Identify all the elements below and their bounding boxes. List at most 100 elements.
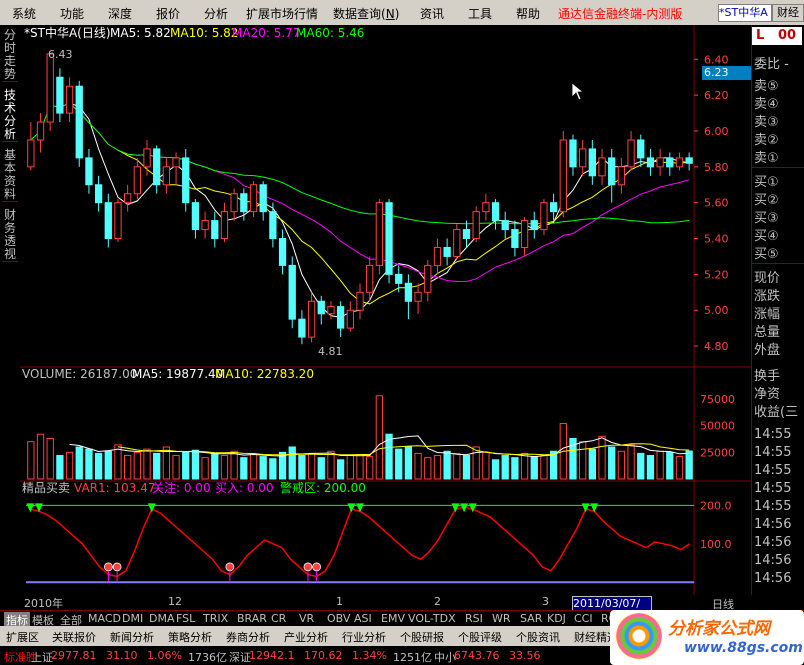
extension-tab[interactable]: 产业分析	[284, 629, 328, 645]
candle-body	[520, 220, 529, 248]
candle-body	[143, 148, 151, 168]
tab-intraday[interactable]: 分时走势	[2, 29, 18, 82]
stock-code-box[interactable]: *ST中华A	[718, 4, 772, 22]
stat-price: 现价	[754, 271, 781, 286]
extension-tab[interactable]: 个股研报	[400, 629, 444, 645]
candle-body	[336, 306, 345, 329]
menu-news[interactable]: 资讯	[420, 5, 444, 22]
site-logo: 分析家公式网 www.88gs.com	[610, 610, 804, 665]
volume-bar	[124, 455, 132, 480]
candle-body	[549, 202, 558, 213]
indicator-tab[interactable]: BRAR	[237, 612, 267, 625]
menu-quote[interactable]: 报价	[156, 5, 180, 22]
tick-time: 14:56	[754, 571, 792, 586]
volume-bar	[240, 457, 248, 480]
candle-body	[530, 220, 538, 231]
volume-bar	[94, 452, 103, 480]
date-label: 1	[336, 595, 343, 608]
volume-bar	[685, 450, 693, 480]
indicator-tab[interactable]: DMI	[122, 612, 143, 625]
extension-tab[interactable]: 券商分析	[226, 629, 270, 645]
ma60-label: MA60: 5.46	[296, 26, 364, 40]
indicator-tab[interactable]: DMA	[149, 612, 175, 625]
volume-bar	[540, 455, 548, 480]
buy-5: 买⑤	[754, 247, 779, 262]
volume-bar	[249, 453, 258, 480]
candle-body	[588, 148, 596, 177]
indicator-tab[interactable]: SAR	[520, 612, 542, 625]
menu-data-query-shortcut: N	[385, 7, 395, 21]
extension-tab[interactable]: 新闻分析	[110, 629, 154, 645]
chart-area[interactable]: *ST中华A(日线) MA5: 5.82 MA10: 5.82 MA20: 5.…	[20, 25, 751, 595]
indicator-tab[interactable]: OBV	[327, 612, 350, 625]
indicator-tab[interactable]: RSI	[465, 612, 483, 625]
candle-body	[433, 246, 442, 266]
candle-body	[646, 157, 655, 168]
candle-body	[472, 211, 480, 240]
candle-body	[404, 282, 413, 302]
menu-depth[interactable]: 深度	[108, 5, 132, 22]
extension-tab[interactable]: 个股评级	[458, 629, 502, 645]
finance-button[interactable]: 财经	[772, 4, 804, 22]
candle-body	[414, 291, 422, 302]
indicator-tab[interactable]: CCI	[574, 612, 593, 625]
logo-title: 分析家公式网	[668, 619, 770, 639]
volume-bar	[36, 433, 45, 480]
extension-tab[interactable]: 关联报价	[52, 629, 96, 645]
indicator-tab[interactable]: VR	[299, 612, 314, 625]
menu-function[interactable]: 功能	[60, 5, 84, 22]
extension-tab[interactable]: 扩展区	[6, 629, 39, 645]
indicator-tab[interactable]: WR	[492, 612, 511, 625]
volume-bar	[617, 450, 626, 480]
candle-body	[675, 157, 684, 168]
stat-turnover: 换手	[754, 369, 781, 384]
menu-bar: 系统 功能 深度 报价 分析 扩展市场行情 数据查询(N) 资讯 工具 帮助 通…	[0, 0, 804, 26]
volume-bar	[511, 457, 519, 480]
menu-data-query[interactable]: 数据查询(N)	[333, 5, 399, 22]
volume-bar	[143, 448, 151, 480]
indicator-tab[interactable]: ASI	[354, 612, 372, 625]
candle-body	[114, 202, 122, 240]
menu-ext-market[interactable]: 扩展市场行情	[246, 5, 318, 22]
indicator-tab[interactable]: EMV	[381, 612, 405, 625]
tab-fundamentals[interactable]: 基本资料	[2, 149, 18, 202]
extension-tab[interactable]: 个股资讯	[516, 629, 560, 645]
candle-body	[104, 202, 112, 240]
volume-bar	[482, 451, 490, 480]
candle-body	[56, 76, 64, 114]
volume-bar	[395, 448, 403, 480]
candle-body	[153, 148, 161, 186]
volume-bar	[472, 446, 480, 480]
indicator-axis-label: 200.0	[700, 499, 732, 512]
sell-3: 卖③	[754, 115, 779, 130]
candle-body	[65, 85, 74, 114]
candle-body	[298, 318, 306, 338]
indicator-tab[interactable]: MACD	[88, 612, 121, 625]
menu-system[interactable]: 系统	[12, 5, 36, 22]
tab-financials[interactable]: 财务透视	[2, 209, 18, 262]
tick-time: 14:56	[754, 535, 792, 550]
candle-body	[501, 220, 509, 231]
volume-bar	[414, 452, 422, 480]
indicator-tab[interactable]: FSL	[176, 612, 195, 625]
menu-help[interactable]: 帮助	[516, 5, 540, 22]
volume-bar	[133, 451, 141, 480]
candle-body	[666, 157, 674, 168]
candle-body	[269, 211, 277, 240]
candle-body	[637, 139, 645, 159]
indicator-tab[interactable]: KDJ	[547, 612, 566, 625]
candle-body	[608, 157, 616, 186]
extension-tab[interactable]: 行业分析	[342, 629, 386, 645]
date-label: 3	[542, 595, 549, 608]
indicator-tab[interactable]: VOL-TDX	[408, 612, 456, 625]
indicator-tab[interactable]: CR	[271, 612, 286, 625]
sell-2: 卖②	[754, 133, 779, 148]
candle-body	[46, 53, 54, 123]
volume-axis-label: 50000	[700, 420, 735, 433]
indicator-tab[interactable]: TRIX	[203, 612, 228, 625]
tab-technical[interactable]: 技术分析	[2, 89, 18, 142]
menu-tools[interactable]: 工具	[468, 5, 492, 22]
menu-analysis[interactable]: 分析	[204, 5, 228, 22]
extension-tab[interactable]: 策略分析	[168, 629, 212, 645]
candle-body	[85, 157, 93, 186]
